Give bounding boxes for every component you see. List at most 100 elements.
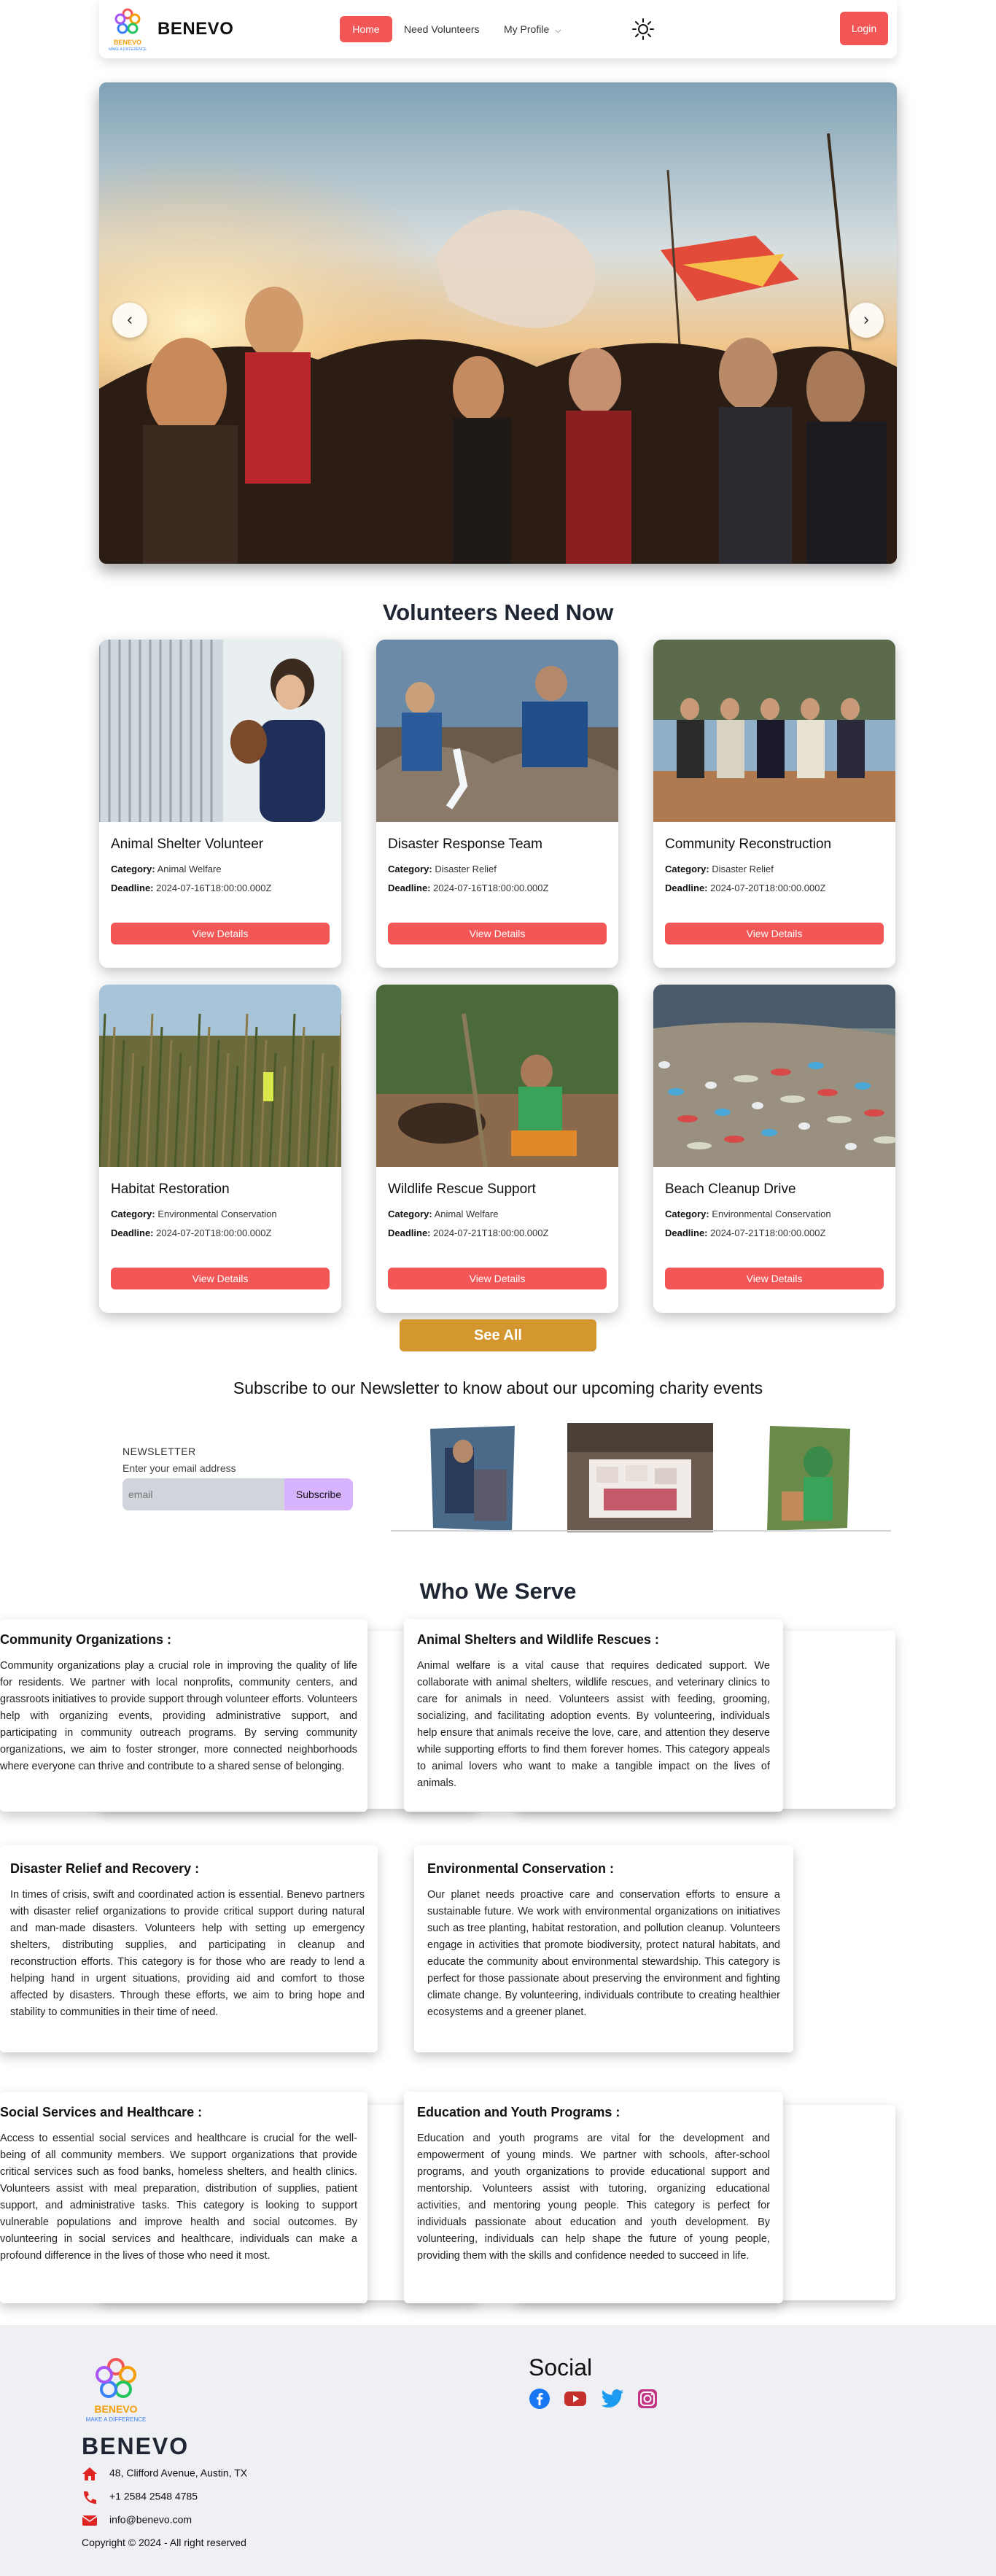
view-details-button[interactable]: View Details [388, 923, 607, 944]
gallery-image-center [567, 1423, 713, 1532]
card-deadline: Deadline: 2024-07-20T18:00:00.000Z [665, 882, 825, 893]
card-category: Category: Disaster Relief [665, 864, 774, 874]
card-image-community-reconstruction [653, 640, 895, 822]
footer-phone-text: +1 2584 2548 4785 [109, 2490, 198, 2502]
card-image-disaster-response [376, 640, 618, 822]
serve-title-animal: Animal Shelters and Wildlife Rescues : [417, 1632, 659, 1647]
chevron-down-icon: ⌵ [555, 26, 561, 35]
serve-title-community: Community Organizations : [0, 1632, 172, 1647]
deadline-value: 2024-07-21T18:00:00.000Z [433, 1227, 549, 1238]
newsletter-label: NEWSLETTER [122, 1446, 196, 1457]
gallery-image-left [430, 1426, 515, 1531]
category-value: Disaster Relief [435, 864, 497, 874]
view-details-button[interactable]: View Details [665, 923, 884, 944]
serve-text-animal: Animal welfare is a vital cause that req… [417, 1660, 770, 1789]
card-title: Community Reconstruction [665, 837, 832, 852]
email-input[interactable] [122, 1478, 284, 1510]
deadline-value: 2024-07-16T18:00:00.000Z [433, 882, 549, 893]
card-category: Category: Disaster Relief [388, 864, 497, 874]
serve-card-education: Education and Youth Programs : Education… [404, 2092, 783, 2303]
deadline-value: 2024-07-21T18:00:00.000Z [710, 1227, 826, 1238]
card-category: Category: Environmental Conservation [111, 1209, 277, 1219]
footer-logo: BENEVO MAKE A DIFFERENCE [82, 2354, 150, 2426]
card-title: Animal Shelter Volunteer [111, 837, 264, 852]
serve-card-animal: Animal Shelters and Wildlife Rescues : A… [404, 1619, 783, 1812]
category-label: Category: [388, 1209, 432, 1219]
footer-logo-text: BENEVO [94, 2403, 137, 2415]
volunteer-card-disaster-response: Disaster Response Team Category: Disaster… [376, 640, 618, 968]
category-label: Category: [111, 1209, 155, 1219]
navbar: BENEVO MAKE A DIFFERENCE BENEVO Home Nee… [99, 0, 897, 58]
gallery-image-right [767, 1426, 850, 1531]
serve-card-community: Community Organizations : Community orga… [0, 1619, 367, 1812]
nav-need-volunteers-link[interactable]: Need Volunteers [404, 16, 480, 42]
card-deadline: Deadline: 2024-07-16T18:00:00.000Z [111, 882, 271, 893]
deadline-value: 2024-07-20T18:00:00.000Z [710, 882, 826, 893]
volunteer-card-wildlife-rescue: Wildlife Rescue Support Category: Animal … [376, 985, 618, 1313]
deadline-label: Deadline: [665, 1227, 708, 1238]
card-title: Disaster Response Team [388, 837, 542, 852]
footer-email: info@benevo.com [82, 2513, 192, 2528]
brand-name[interactable]: BENEVO [157, 19, 233, 39]
serve-text-environment: Our planet needs proactive care and cons… [427, 1889, 780, 2018]
serve-title-education: Education and Youth Programs : [417, 2105, 620, 2119]
benevo-logo[interactable]: BENEVO MAKE A DIFFERENCE [106, 6, 149, 53]
category-label: Category: [665, 864, 709, 874]
serve-text-social: Access to essential social services and … [0, 2133, 357, 2262]
view-details-button[interactable]: View Details [388, 1268, 607, 1289]
hero-image-festival-crowd [99, 82, 897, 564]
see-all-button[interactable]: See All [400, 1319, 596, 1351]
category-value: Environmental Conservation [712, 1209, 831, 1219]
carousel-prev-button[interactable]: ‹ [112, 303, 147, 338]
view-details-button[interactable]: View Details [665, 1268, 884, 1289]
nav-home-button[interactable]: Home [340, 16, 392, 42]
twitter-icon[interactable] [601, 2389, 624, 2413]
card-image-animal-shelter [99, 640, 341, 822]
serve-title-environment: Environmental Conservation : [427, 1861, 615, 1876]
nav-my-profile-dropdown[interactable]: My Profile ⌵ [504, 16, 561, 42]
category-value: Disaster Relief [712, 864, 774, 874]
deadline-label: Deadline: [388, 882, 431, 893]
deadline-value: 2024-07-20T18:00:00.000Z [156, 1227, 272, 1238]
category-value: Animal Welfare [157, 864, 222, 874]
deadline-label: Deadline: [111, 882, 154, 893]
volunteer-card-animal-shelter: Animal Shelter Volunteer Category: Animal… [99, 640, 341, 968]
theme-toggle-sun-icon[interactable] [631, 18, 655, 41]
newsletter-title: Subscribe to our Newsletter to know abou… [233, 1378, 763, 1397]
serve-card-social: Social Services and Healthcare : Access … [0, 2092, 367, 2303]
footer-brand: BENEVO [82, 2433, 190, 2459]
login-button[interactable]: Login [840, 12, 888, 45]
card-title: Habitat Restoration [111, 1182, 230, 1197]
volunteers-section-title: Volunteers Need Now [382, 600, 614, 625]
volunteer-card-community-reconstruction: Community Reconstruction Category: Disast… [653, 640, 895, 968]
card-category: Category: Animal Welfare [111, 864, 222, 874]
newsletter-hint: Enter your email address [122, 1462, 236, 1474]
volunteer-card-beach-cleanup: Beach Cleanup Drive Category: Environment… [653, 985, 895, 1313]
deadline-value: 2024-07-16T18:00:00.000Z [156, 882, 272, 893]
serve-card-environment: Environmental Conservation : Our planet … [414, 1845, 793, 2052]
footer-phone: +1 2584 2548 4785 [82, 2490, 198, 2505]
mail-icon [82, 2513, 98, 2528]
footer-email-text[interactable]: info@benevo.com [109, 2514, 192, 2526]
footer-address: 48, Clifford Avenue, Austin, TX [82, 2467, 247, 2481]
view-details-button[interactable]: View Details [111, 923, 330, 944]
facebook-icon[interactable] [529, 2388, 550, 2413]
card-deadline: Deadline: 2024-07-20T18:00:00.000Z [111, 1227, 271, 1238]
social-links [529, 2388, 668, 2413]
youtube-icon[interactable] [564, 2390, 587, 2411]
gallery-divider [391, 1530, 891, 1532]
serve-text-community: Community organizations play a crucial r… [0, 1660, 357, 1772]
view-details-button[interactable]: View Details [111, 1268, 330, 1289]
card-category: Category: Animal Welfare [388, 1209, 499, 1219]
instagram-icon[interactable] [637, 2389, 658, 2413]
serve-title-disaster: Disaster Relief and Recovery : [10, 1861, 200, 1876]
subscribe-button[interactable]: Subscribe [284, 1478, 353, 1510]
card-category: Category: Environmental Conservation [665, 1209, 831, 1219]
deadline-label: Deadline: [388, 1227, 431, 1238]
category-value: Environmental Conservation [157, 1209, 277, 1219]
my-profile-label: My Profile [504, 23, 550, 35]
serve-text-education: Education and youth programs are vital f… [417, 2133, 770, 2262]
carousel-next-button[interactable]: › [849, 303, 884, 338]
footer-address-text: 48, Clifford Avenue, Austin, TX [109, 2467, 248, 2479]
category-label: Category: [665, 1209, 709, 1219]
